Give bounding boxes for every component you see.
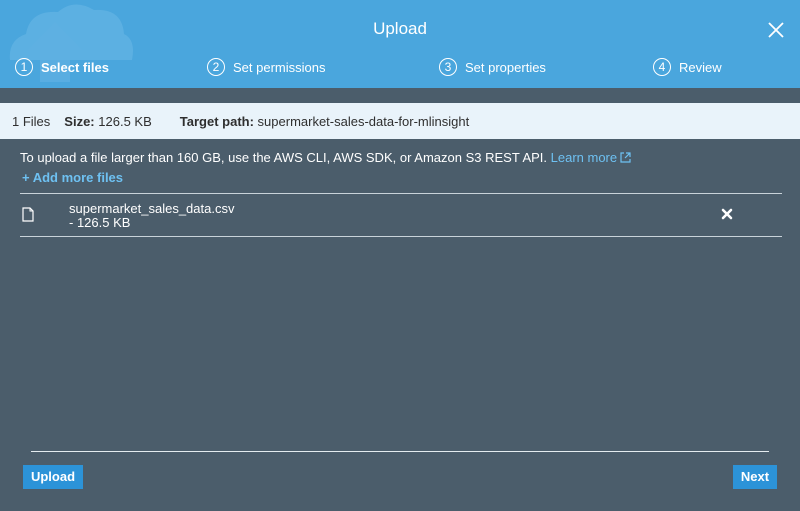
- step-set-properties[interactable]: 3 Set properties: [439, 58, 546, 76]
- footer-divider: [31, 451, 769, 452]
- dialog-header: Upload 1 Select files 2 Set permissions …: [0, 0, 800, 88]
- step-number: 1: [15, 58, 33, 76]
- step-set-permissions[interactable]: 2 Set permissions: [207, 58, 325, 76]
- step-number: 3: [439, 58, 457, 76]
- file-list-bottom-divider: [20, 236, 782, 237]
- add-more-files-link[interactable]: + Add more files: [22, 170, 123, 185]
- dialog-title: Upload: [373, 19, 427, 38]
- step-label: Select files: [41, 59, 109, 75]
- upload-button[interactable]: Upload: [23, 465, 83, 489]
- files-count: 1 Files: [12, 113, 51, 129]
- learn-more-label: Learn more: [550, 150, 618, 165]
- size-value: 126.5 KB: [98, 113, 152, 129]
- step-review[interactable]: 4 Review: [653, 58, 722, 76]
- step-select-files[interactable]: 1 Select files: [15, 58, 109, 76]
- file-name: supermarket_sales_data.csv: [69, 201, 235, 216]
- large-file-message: To upload a file larger than 160 GB, use…: [20, 150, 548, 165]
- next-button[interactable]: Next: [733, 465, 777, 489]
- close-button[interactable]: [764, 18, 788, 42]
- step-label: Review: [679, 59, 722, 75]
- step-number: 2: [207, 58, 225, 76]
- large-file-notice: To upload a file larger than 160 GB, use…: [20, 150, 631, 165]
- target-path-value: supermarket-sales-data-for-mlinsight: [257, 113, 470, 129]
- file-size: - 126.5 KB: [69, 215, 131, 230]
- size-label: Size:: [64, 113, 95, 129]
- learn-more-link[interactable]: Learn more: [551, 150, 631, 165]
- close-icon: [768, 22, 784, 38]
- step-label: Set properties: [465, 59, 546, 75]
- step-label: Set permissions: [233, 59, 326, 75]
- file-icon: [22, 207, 34, 222]
- target-path-label: Target path:: [179, 113, 254, 129]
- target-path-summary: Target path: supermarket-sales-data-for-…: [180, 114, 483, 129]
- remove-file-icon[interactable]: [721, 208, 733, 220]
- external-link-icon: [620, 152, 631, 163]
- step-number: 4: [653, 58, 671, 76]
- size-summary: Size: 126.5 KB: [64, 114, 165, 129]
- upload-summary-bar: 1 Files Size: 126.5 KB Target path: supe…: [0, 103, 800, 139]
- file-list-item: supermarket_sales_data.csv - 126.5 KB: [20, 194, 782, 236]
